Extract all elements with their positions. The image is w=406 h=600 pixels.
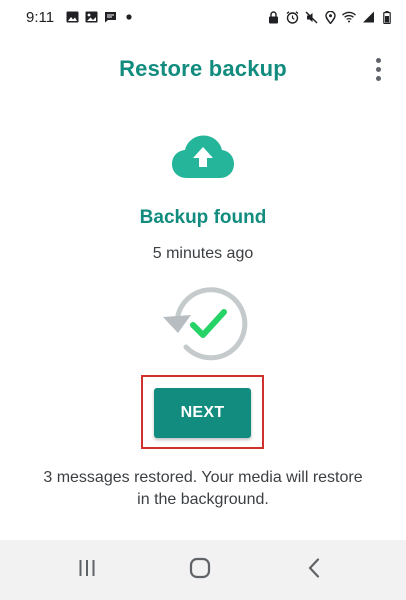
status-left: 9:11 [26, 9, 136, 26]
gallery-icon [65, 10, 79, 24]
wifi-icon [342, 10, 356, 24]
signal-icon [361, 10, 375, 24]
home-button[interactable] [180, 555, 220, 585]
home-icon [189, 557, 211, 584]
more-vert-icon [375, 56, 381, 83]
photo-icon [84, 10, 98, 24]
restore-message: 3 messages restored. Your media will res… [43, 469, 363, 508]
status-right [261, 10, 394, 24]
page-title: Restore backup [119, 56, 287, 81]
battery-icon [380, 10, 394, 24]
navigation-bar [0, 540, 406, 600]
restore-backup-screen: 9:11 Restore backup Backup found 5 minut… [0, 0, 406, 600]
more-options-button[interactable] [366, 54, 390, 84]
dot-icon [122, 10, 136, 24]
status-time: 9:11 [26, 8, 55, 26]
location-icon [323, 10, 337, 24]
lock-icon [266, 10, 280, 24]
alarm-icon [285, 10, 299, 24]
mute-icon [304, 10, 318, 24]
backup-time: 5 minutes ago [152, 245, 254, 262]
recents-button[interactable] [67, 555, 107, 585]
back-button[interactable] [294, 555, 334, 585]
recents-icon [77, 558, 97, 583]
restore-check-icon [158, 283, 248, 363]
cloud-upload-icon [171, 134, 235, 180]
app-bar: Restore backup [0, 34, 406, 104]
next-button[interactable]: NEXT [154, 388, 251, 438]
message-icon [103, 10, 117, 24]
backup-found-title: Backup found [139, 207, 267, 228]
back-icon [307, 557, 321, 583]
status-bar: 9:11 [0, 0, 406, 34]
